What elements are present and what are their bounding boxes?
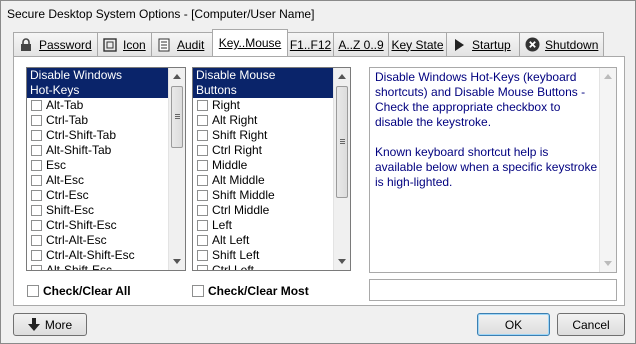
hotkey-checkbox[interactable] <box>31 205 42 216</box>
window-title: Secure Desktop System Options - [Compute… <box>7 7 315 21</box>
hotkey-checkbox[interactable] <box>31 265 42 270</box>
hotkey-checkbox[interactable] <box>31 250 42 261</box>
mouse-item[interactable]: Shift Right <box>193 128 350 143</box>
tab-shutdown[interactable]: Shutdown <box>519 32 604 56</box>
tab-f1-f12[interactable]: F1..F12 <box>287 32 334 56</box>
hotkeys-listbox[interactable]: Disable Windows Hot-Keys Alt-Tab Ctrl-Ta… <box>26 67 186 271</box>
mouse-checkbox[interactable] <box>197 100 208 111</box>
mouse-item[interactable]: Middle <box>193 158 350 173</box>
mouse-checkbox[interactable] <box>197 130 208 141</box>
hotkey-item[interactable]: Alt-Shift-Esc <box>27 263 185 270</box>
scroll-up-icon[interactable] <box>334 68 350 85</box>
arrow-down-icon <box>27 318 40 331</box>
check-clear-all-checkbox[interactable] <box>27 285 39 297</box>
dialog-window: Secure Desktop System Options - [Compute… <box>0 0 636 344</box>
cancel-button[interactable]: Cancel <box>557 313 625 336</box>
tab-key-state[interactable]: Key State <box>388 32 447 56</box>
hotkey-checkbox[interactable] <box>31 175 42 186</box>
mouse-scrollbar[interactable] <box>333 68 350 270</box>
list-header: Buttons <box>193 83 333 98</box>
mouse-checkbox[interactable] <box>197 175 208 186</box>
tab-strip: Password Icon Audit Key..Mouse F1..F12 A… <box>13 29 604 56</box>
hotkey-checkbox[interactable] <box>31 130 42 141</box>
mouse-checkbox[interactable] <box>197 235 208 246</box>
mouse-item[interactable]: Ctrl Middle <box>193 203 350 218</box>
tab-icon[interactable]: Icon <box>97 32 152 56</box>
hotkey-item[interactable]: Alt-Shift-Tab <box>27 143 185 158</box>
document-icon <box>156 37 172 53</box>
tab-panel-key-mouse: Disable Windows Hot-Keys Alt-Tab Ctrl-Ta… <box>13 56 625 306</box>
scroll-down-icon[interactable] <box>169 253 185 270</box>
mouse-checkbox[interactable] <box>197 145 208 156</box>
mouse-checkbox[interactable] <box>197 265 208 270</box>
help-scrollbar[interactable] <box>599 68 616 272</box>
close-circle-icon <box>524 37 540 53</box>
list-header: Hot-Keys <box>27 83 168 98</box>
tab-audit[interactable]: Audit <box>151 32 213 56</box>
hotkey-checkbox[interactable] <box>31 160 42 171</box>
mouse-item[interactable]: Shift Middle <box>193 188 350 203</box>
hotkey-item[interactable]: Ctrl-Tab <box>27 113 185 128</box>
hotkey-checkbox[interactable] <box>31 190 42 201</box>
hotkey-item[interactable]: Ctrl-Shift-Esc <box>27 218 185 233</box>
hotkey-item[interactable]: Shift-Esc <box>27 203 185 218</box>
tab-a-z-0-9[interactable]: A..Z 0..9 <box>333 32 389 56</box>
mouse-item[interactable]: Ctrl Right <box>193 143 350 158</box>
icon-frame-icon <box>102 37 118 53</box>
ok-button[interactable]: OK <box>477 313 550 336</box>
hotkey-item[interactable]: Ctrl-Alt-Shift-Esc <box>27 248 185 263</box>
check-clear-most-checkbox[interactable] <box>192 285 204 297</box>
hotkey-checkbox[interactable] <box>31 100 42 111</box>
mouse-item[interactable]: Alt Middle <box>193 173 350 188</box>
mouse-checkbox[interactable] <box>197 220 208 231</box>
mouse-checkbox[interactable] <box>197 160 208 171</box>
hotkey-item[interactable]: Ctrl-Esc <box>27 188 185 203</box>
hotkey-item[interactable]: Esc <box>27 158 185 173</box>
mouse-buttons-listbox[interactable]: Disable Mouse Buttons Right Alt Right Sh… <box>192 67 351 271</box>
mouse-item[interactable]: Ctrl Left <box>193 263 350 270</box>
shortcut-help-field[interactable] <box>369 279 617 301</box>
tab-startup[interactable]: Startup <box>446 32 520 56</box>
help-text-area[interactable]: Disable Windows Hot-Keys (keyboard short… <box>369 67 617 273</box>
lock-icon <box>18 37 34 53</box>
hotkey-checkbox[interactable] <box>31 145 42 156</box>
mouse-checkbox[interactable] <box>197 205 208 216</box>
check-clear-all[interactable]: Check/Clear All <box>27 284 131 298</box>
mouse-checkbox[interactable] <box>197 250 208 261</box>
hotkey-checkbox[interactable] <box>31 235 42 246</box>
scroll-down-icon[interactable] <box>600 255 616 272</box>
mouse-item[interactable]: Shift Left <box>193 248 350 263</box>
play-icon <box>451 37 467 53</box>
help-text: Disable Windows Hot-Keys (keyboard short… <box>375 70 598 189</box>
hotkey-checkbox[interactable] <box>31 115 42 126</box>
list-header: Disable Mouse <box>193 68 333 83</box>
hotkey-item[interactable]: Alt-Esc <box>27 173 185 188</box>
scroll-up-icon[interactable] <box>600 68 616 85</box>
scroll-up-icon[interactable] <box>169 68 185 85</box>
hotkey-checkbox[interactable] <box>31 220 42 231</box>
mouse-item[interactable]: Left <box>193 218 350 233</box>
mouse-item[interactable]: Alt Left <box>193 233 350 248</box>
title-bar: Secure Desktop System Options - [Compute… <box>1 1 635 27</box>
list-header: Disable Windows <box>27 68 168 83</box>
hotkey-item[interactable]: Alt-Tab <box>27 98 185 113</box>
scroll-thumb[interactable] <box>336 86 348 198</box>
mouse-checkbox[interactable] <box>197 115 208 126</box>
check-clear-most[interactable]: Check/Clear Most <box>192 284 309 298</box>
mouse-item[interactable]: Alt Right <box>193 113 350 128</box>
hotkey-item[interactable]: Ctrl-Shift-Tab <box>27 128 185 143</box>
more-button[interactable]: More <box>13 313 87 336</box>
mouse-item[interactable]: Right <box>193 98 350 113</box>
hotkey-item[interactable]: Ctrl-Alt-Esc <box>27 233 185 248</box>
scroll-down-icon[interactable] <box>334 253 350 270</box>
hotkeys-scrollbar[interactable] <box>168 68 185 270</box>
tab-password[interactable]: Password <box>13 32 98 56</box>
scroll-thumb[interactable] <box>171 86 183 148</box>
tab-key-mouse[interactable]: Key..Mouse <box>212 29 288 56</box>
mouse-checkbox[interactable] <box>197 190 208 201</box>
